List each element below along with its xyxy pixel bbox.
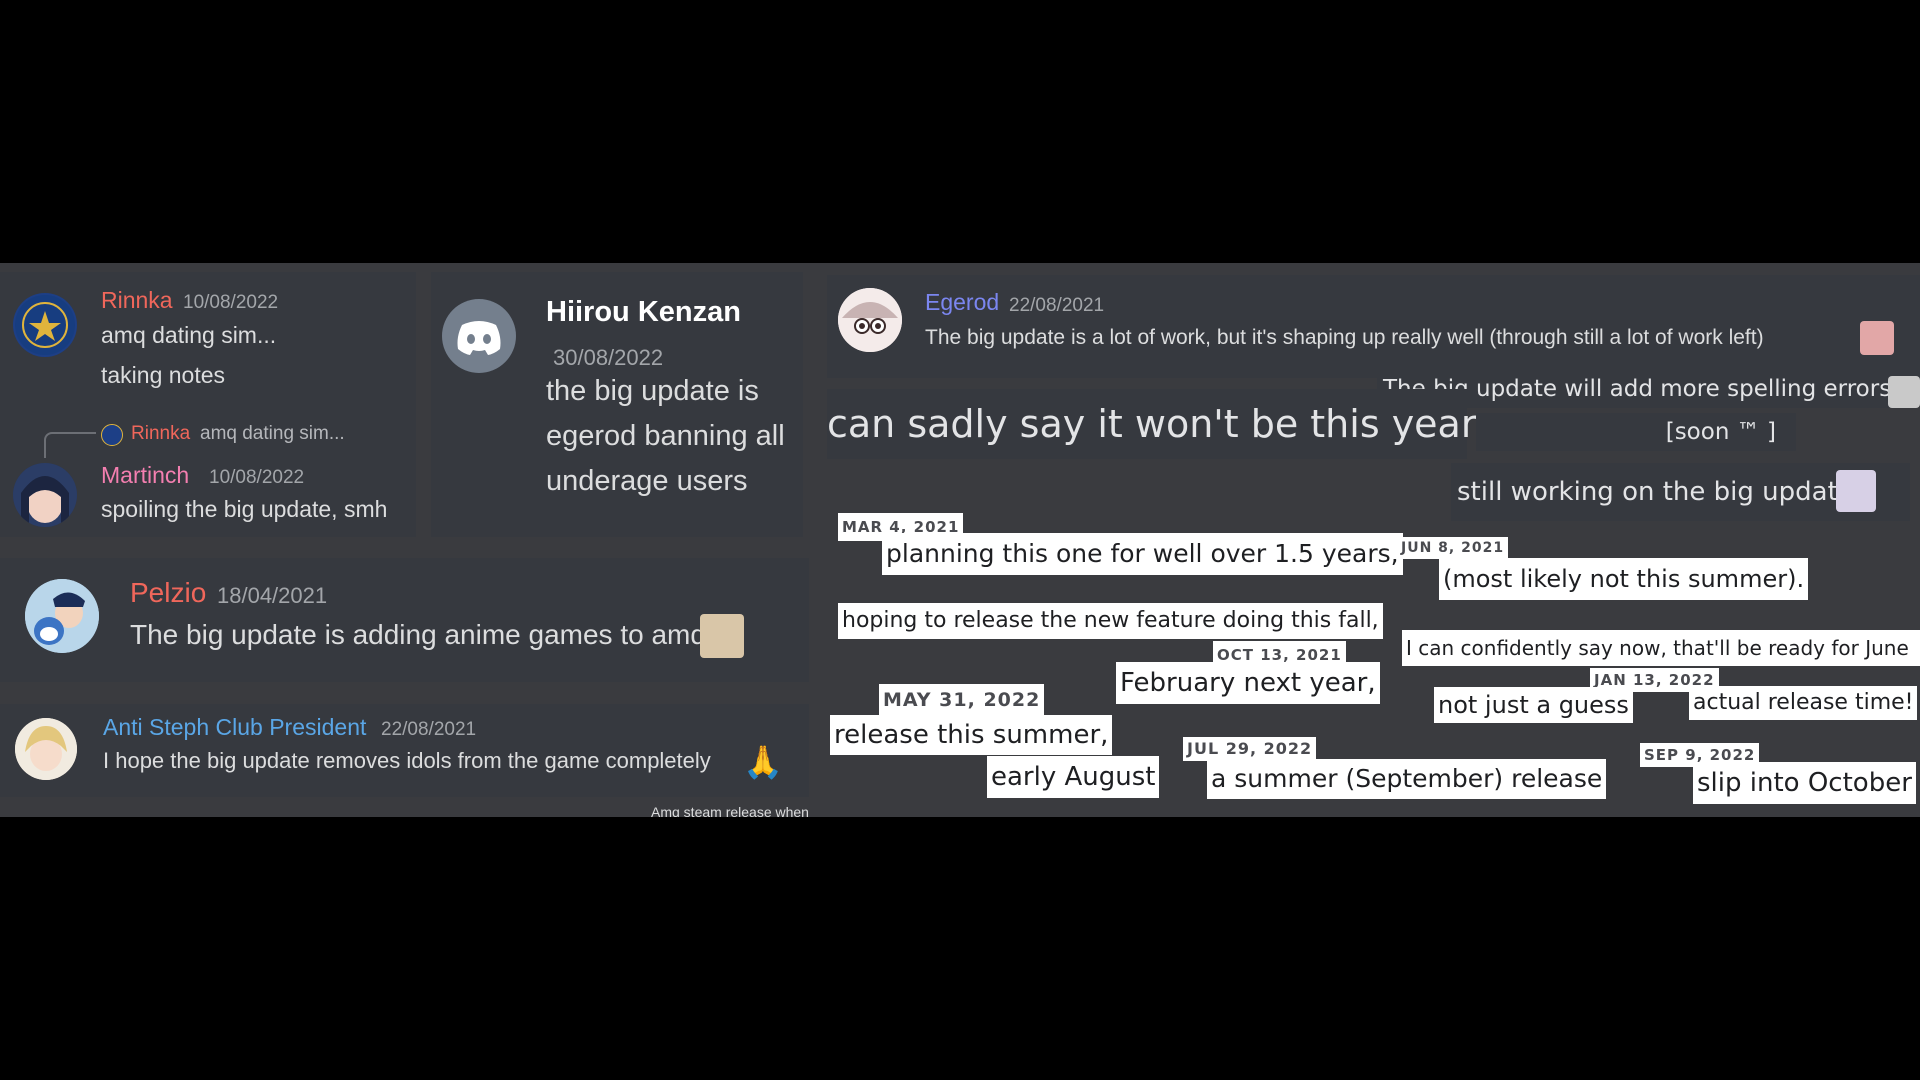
- reply-name[interactable]: Rinnka: [131, 423, 190, 445]
- message-text: The big update is adding anime games to …: [130, 619, 706, 650]
- avatar[interactable]: [15, 718, 77, 780]
- anime-emote-icon: [1836, 470, 1876, 512]
- message-line: taking notes: [101, 362, 226, 388]
- author-name[interactable]: Hiirou Kenzan: [546, 296, 741, 329]
- clip-hoping-fall: hoping to release the new feature doing …: [838, 603, 1383, 639]
- avatar[interactable]: [13, 293, 77, 357]
- message-line: underage users: [546, 465, 748, 497]
- clip-slip-october: slip into October: [1693, 762, 1916, 804]
- clip-early-august: early August: [987, 756, 1160, 798]
- clip-confidently-june: I can confidently say now, that'll be re…: [1402, 630, 1920, 666]
- pray-emoji-icon: 🙏: [743, 744, 783, 780]
- cutoff-message: Amq steam release when: [651, 804, 809, 817]
- anime-emote-icon: [700, 614, 744, 658]
- collage-strip: Rinnka 10/08/2022 amq dating sim... taki…: [0, 263, 1920, 817]
- reply-connector: [44, 432, 96, 458]
- message-line: the big update is: [546, 375, 759, 407]
- avatar[interactable]: [13, 463, 77, 527]
- timestamp: 22/08/2021: [1009, 295, 1105, 316]
- clip-sadly-this-year: can sadly say it won't be this year,: [827, 389, 1489, 459]
- avatar[interactable]: [838, 288, 902, 352]
- avatar[interactable]: [442, 299, 516, 373]
- anime-emote-icon: [1860, 321, 1894, 355]
- clip-september-release: a summer (September) release: [1207, 759, 1607, 799]
- timestamp: 10/08/2022: [209, 467, 305, 488]
- clip-february: February next year,: [1116, 662, 1380, 704]
- message-line: amq dating sim...: [101, 322, 277, 348]
- pokemon-trainer-avatar-icon: [25, 579, 99, 653]
- blonde-anime-avatar-icon: [15, 718, 77, 780]
- message-text: I hope the big update removes idols from…: [103, 748, 711, 773]
- clip-not-a-guess: not just a guess: [1434, 687, 1633, 723]
- date-label: MAY 31, 2022: [879, 684, 1045, 716]
- clip-soon: [soon ™ ]: [1476, 413, 1796, 451]
- clip-release-summer: release this summer,: [830, 715, 1113, 755]
- anime-girl-avatar-icon: [13, 463, 77, 527]
- clip-planning: planning this one for well over 1.5 year…: [882, 533, 1403, 575]
- reply-avatar-icon: [101, 424, 123, 446]
- reply-text[interactable]: amq dating sim...: [200, 423, 345, 445]
- author-name[interactable]: Pelzio: [130, 577, 206, 609]
- anime-emote-icon: [1888, 376, 1920, 408]
- hiirou-card: Hiirou Kenzan 30/08/2022 the big update …: [431, 272, 803, 537]
- author-name[interactable]: Rinnka: [101, 287, 173, 314]
- message-text: spoiling the big update, smh: [101, 496, 388, 522]
- discord-logo-icon: [457, 321, 501, 355]
- oregon-seal-icon: [15, 295, 75, 355]
- avatar[interactable]: [25, 579, 99, 653]
- author-name[interactable]: Martinch: [101, 462, 189, 489]
- screen: { "rinnka_card": { "name": "Rinnka", "ti…: [0, 0, 1920, 1080]
- clip-actual-release: actual release time!: [1689, 686, 1918, 720]
- chibi-avatar-icon: [838, 288, 902, 352]
- timestamp: 18/04/2021: [217, 583, 328, 608]
- timestamp: 10/08/2022: [183, 292, 279, 313]
- timestamp: 30/08/2022: [553, 345, 664, 370]
- message-text: The big update is a lot of work, but it'…: [925, 326, 1764, 349]
- date-label: JUN 8, 2021: [1397, 537, 1509, 559]
- author-name[interactable]: Egerod: [925, 289, 999, 316]
- date-label: JUL 29, 2022: [1183, 737, 1317, 761]
- message-line: egerod banning all: [546, 420, 785, 452]
- egerod-card: Egerod 22/08/2021 The big update is a lo…: [827, 275, 1920, 378]
- timestamp: 22/08/2021: [381, 719, 477, 740]
- pelzio-card: Pelzio 18/04/2021 The big update is addi…: [0, 558, 809, 682]
- author-name[interactable]: Anti Steph Club President: [103, 714, 366, 741]
- anti-steph-card: Anti Steph Club President 22/08/2021 I h…: [0, 704, 809, 797]
- clip-summer-unlikely: (most likely not this summer).: [1439, 558, 1809, 600]
- rinnka-martinch-card: Rinnka 10/08/2022 amq dating sim... taki…: [0, 272, 416, 537]
